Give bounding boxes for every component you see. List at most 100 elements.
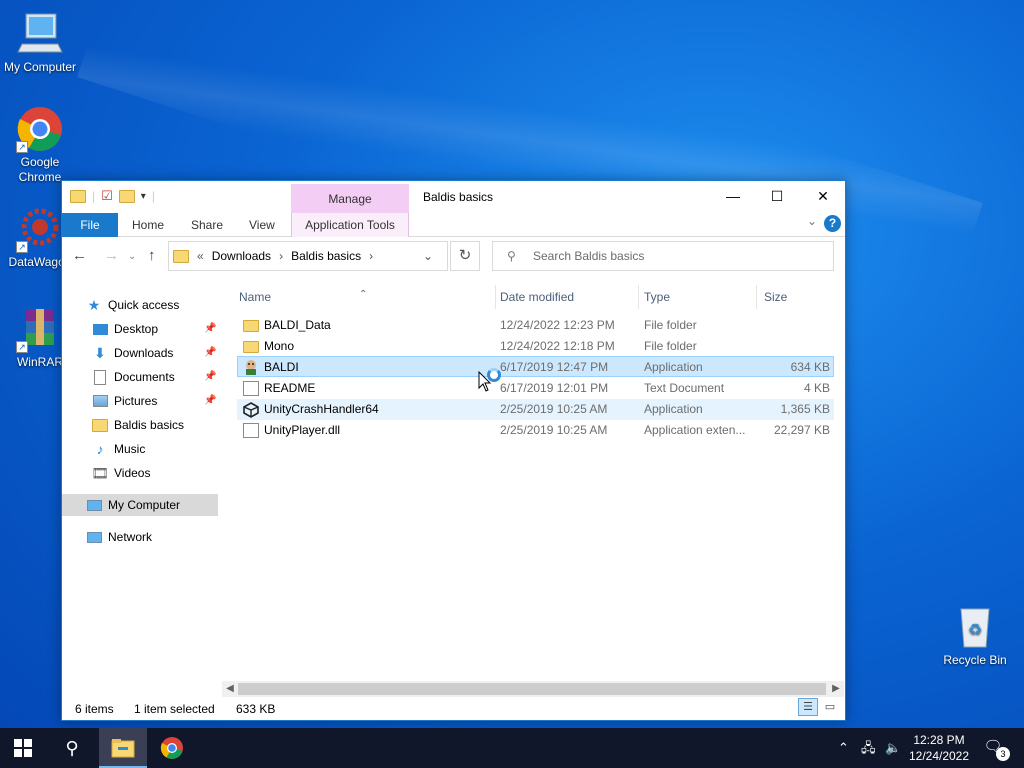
table-row[interactable]: UnityPlayer.dll 2/25/2019 10:25 AM Appli… xyxy=(237,420,834,441)
status-bar: 6 items 1 item selected 633 KB ☰ ▭ xyxy=(62,698,845,720)
scroll-right-icon[interactable]: ▶ xyxy=(828,681,844,697)
maximize-button[interactable]: ☐ xyxy=(754,181,800,211)
column-header-name[interactable]: Name ⌃ xyxy=(237,285,496,309)
details-view-icon[interactable]: ☰ xyxy=(798,698,818,716)
recent-locations-icon[interactable]: ⌄ xyxy=(128,251,136,262)
sidebar-item-baldis-basics[interactable]: Baldis basics xyxy=(92,414,184,436)
sidebar-item-videos[interactable]: 🎞 Videos xyxy=(91,462,151,484)
clock[interactable]: 12:28 PM 12/24/2022 xyxy=(898,732,980,764)
tab-share[interactable]: Share xyxy=(191,213,223,237)
folder-icon xyxy=(70,189,86,203)
pictures-icon xyxy=(92,393,108,409)
properties-icon[interactable]: ☑ xyxy=(101,188,113,204)
breadcrumb-separator-icon: › xyxy=(369,249,374,263)
action-center-button[interactable]: 🗨 3 xyxy=(982,736,1010,761)
expand-ribbon-icon[interactable]: ⌄ xyxy=(807,214,817,228)
sidebar-item-label: Videos xyxy=(114,466,151,480)
pin-icon: 📌 xyxy=(204,371,217,382)
breadcrumb-downloads[interactable]: Downloads xyxy=(212,249,271,263)
forward-button[interactable]: → xyxy=(104,247,119,264)
folder-icon xyxy=(173,249,189,263)
scroll-left-icon[interactable]: ◀ xyxy=(222,681,238,697)
horizontal-scrollbar[interactable]: ◀ ▶ xyxy=(222,681,844,697)
close-button[interactable]: ✕ xyxy=(800,181,846,211)
taskbar-google-chrome[interactable] xyxy=(149,728,195,768)
file-name: README xyxy=(264,381,316,395)
tab-file[interactable]: File xyxy=(62,213,118,237)
scrollbar-thumb[interactable] xyxy=(238,683,826,695)
address-dropdown-icon[interactable]: ⌄ xyxy=(423,249,433,263)
show-hidden-icons-icon[interactable]: ⌃ xyxy=(838,728,849,768)
column-header-type[interactable]: Type xyxy=(642,285,757,309)
column-header-size[interactable]: Size xyxy=(762,285,832,309)
table-row[interactable]: README 6/17/2019 12:01 PM Text Document … xyxy=(237,378,834,399)
table-row[interactable]: UnityCrashHandler64 2/25/2019 10:25 AM A… xyxy=(237,399,834,420)
file-name: UnityCrashHandler64 xyxy=(264,402,379,416)
table-row[interactable]: Mono 12/24/2022 12:18 PM File folder xyxy=(237,336,834,357)
file-name: BALDI_Data xyxy=(264,318,331,332)
new-folder-icon[interactable] xyxy=(118,189,135,203)
file-date: 12/24/2022 12:18 PM xyxy=(500,339,615,353)
status-selected-count: 1 item selected xyxy=(134,702,215,716)
back-button[interactable]: ← xyxy=(72,247,87,264)
table-row[interactable]: BALDI 6/17/2019 12:47 PM Application 634… xyxy=(237,356,834,377)
desktop-icon-label: My Computer xyxy=(3,60,77,74)
recycle-bin-icon: ♻ xyxy=(951,603,999,651)
desktop-icon-recycle-bin[interactable]: ♻ Recycle Bin xyxy=(935,603,1015,668)
refresh-button[interactable]: ↻ xyxy=(450,241,480,271)
table-row[interactable]: BALDI_Data 12/24/2022 12:23 PM File fold… xyxy=(237,315,834,336)
manage-tab-header[interactable]: Manage xyxy=(291,184,409,213)
chrome-icon xyxy=(160,737,183,759)
breadcrumb-baldis-basics[interactable]: Baldis basics xyxy=(291,249,361,263)
computer-icon xyxy=(86,497,102,513)
file-type: File folder xyxy=(644,318,697,332)
sidebar-item-quick-access[interactable]: ★ Quick access xyxy=(86,294,180,316)
network-icon[interactable]: 🖧 xyxy=(861,728,876,768)
desktop-icon-my-computer[interactable]: My Computer xyxy=(0,10,80,75)
tab-view[interactable]: View xyxy=(249,213,275,237)
column-header-label: Date modified xyxy=(500,290,575,304)
up-button[interactable]: ↑ xyxy=(148,247,156,264)
sidebar-item-label: Baldis basics xyxy=(114,418,185,432)
file-explorer-icon xyxy=(111,739,135,758)
desktop-icon-google-chrome[interactable]: ↗ Google Chrome xyxy=(0,105,80,185)
sidebar-item-desktop[interactable]: Desktop 📌 xyxy=(92,318,220,340)
sidebar-item-network[interactable]: Network xyxy=(86,526,152,548)
minimize-button[interactable]: — xyxy=(710,181,756,211)
file-type: File folder xyxy=(644,339,697,353)
customize-toolbar-icon[interactable]: ▾ xyxy=(141,191,146,202)
sidebar-item-pictures[interactable]: Pictures 📌 xyxy=(92,390,220,412)
search-input[interactable]: ⚲ Search Baldis basics xyxy=(492,241,834,271)
sidebar-item-documents[interactable]: Documents 📌 xyxy=(92,366,220,388)
sidebar-item-downloads[interactable]: ⬇ Downloads 📌 xyxy=(92,342,220,364)
desktop-icon xyxy=(92,321,108,337)
file-name: BALDI xyxy=(264,360,299,374)
shortcut-arrow-icon: ↗ xyxy=(16,141,28,153)
clock-date: 12/24/2022 xyxy=(908,749,970,763)
breadcrumb-root-icon[interactable]: « xyxy=(197,249,204,263)
file-type: Application xyxy=(644,360,703,374)
address-bar[interactable]: « Downloads › Baldis basics › ⌄ xyxy=(168,241,448,271)
large-icons-view-icon[interactable]: ▭ xyxy=(820,698,840,716)
sidebar-item-music[interactable]: ♪ Music xyxy=(92,438,146,460)
search-placeholder: Search Baldis basics xyxy=(533,249,645,263)
shortcut-arrow-icon: ↗ xyxy=(16,341,28,353)
title-bar: | ☑ ▾ | Manage Baldis basics — ☐ ✕ xyxy=(62,181,845,213)
pin-icon: 📌 xyxy=(204,323,217,334)
network-icon xyxy=(86,529,102,545)
help-icon[interactable]: ? xyxy=(824,215,841,232)
taskbar-file-explorer[interactable] xyxy=(99,728,147,768)
tab-home[interactable]: Home xyxy=(132,213,164,237)
tab-application-tools[interactable]: Application Tools xyxy=(291,213,409,237)
search-button[interactable]: ⚲ xyxy=(49,728,95,768)
taskbar: ⚲ ⌃ 🖧 🔈 12:28 PM 12/24/2022 🗨 3 xyxy=(0,728,1024,768)
start-button[interactable] xyxy=(0,728,46,768)
film-icon: 🎞 xyxy=(91,465,109,481)
sidebar-item-my-computer[interactable]: My Computer xyxy=(62,494,218,516)
search-icon: ⚲ xyxy=(65,738,79,758)
toolbar-separator: | xyxy=(92,189,96,203)
desktop-icon-label: Recycle Bin xyxy=(943,653,1007,667)
column-header-date-modified[interactable]: Date modified xyxy=(498,285,639,309)
notification-count-badge: 3 xyxy=(996,747,1010,761)
folder-icon xyxy=(243,341,259,353)
